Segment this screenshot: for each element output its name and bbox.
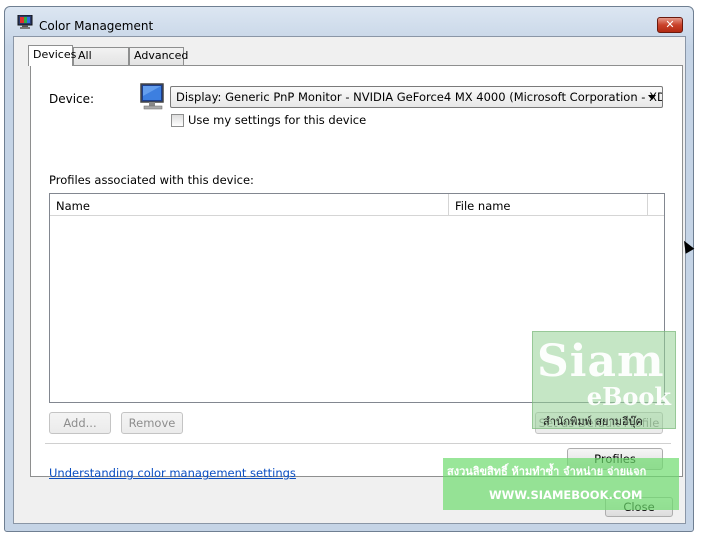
device-select[interactable]: Display: Generic PnP Monitor - NVIDIA Ge… (170, 86, 663, 108)
color-management-icon (17, 15, 33, 29)
watermark-banner: สงวนลิขสิทธิ์ ห้ามทำซ้ำ จำหน่าย จ่ายแจก … (443, 458, 679, 510)
column-header-name[interactable]: Name (56, 199, 90, 213)
column-header-file-name[interactable]: File name (455, 199, 511, 213)
device-label: Device: (49, 92, 95, 106)
title-bar[interactable]: Color Management ✕ (5, 7, 693, 35)
watermark-logo: Siam eBook สำนักพิมพ์ สยามอีบุ๊ค (532, 331, 676, 429)
color-management-window: Color Management ✕ Devices All Profiles … (4, 6, 694, 532)
remove-button[interactable]: Remove (121, 412, 183, 434)
chevron-down-icon (648, 95, 656, 100)
watermark-siam: Siam (537, 336, 665, 387)
window-title: Color Management (39, 19, 154, 33)
help-link[interactable]: Understanding color management settings (49, 466, 296, 480)
watermark-tagline: สำนักพิมพ์ สยามอีบุ๊ค (543, 415, 643, 428)
tab-advanced[interactable]: Advanced (129, 47, 188, 65)
device-select-value: Display: Generic PnP Monitor - NVIDIA Ge… (176, 90, 663, 104)
use-my-settings-checkbox[interactable] (171, 114, 184, 127)
add-button[interactable]: Add... (49, 412, 111, 434)
tab-all-profiles[interactable]: All Profiles (73, 47, 129, 78)
column-separator[interactable] (647, 194, 648, 216)
close-window-button[interactable]: ✕ (657, 17, 683, 33)
monitor-icon (140, 83, 164, 110)
dialog-body: Devices All Profiles Advanced Device: Di… (13, 36, 686, 524)
watermark-ebook: eBook (586, 382, 671, 411)
column-separator[interactable] (448, 194, 449, 216)
divider (45, 443, 671, 444)
use-my-settings-label: Use my settings for this device (188, 113, 367, 127)
watermark-url: WWW.SIAMEBOOK.COM (489, 488, 643, 502)
profiles-associated-label: Profiles associated with this device: (49, 173, 254, 187)
close-icon: ✕ (665, 18, 675, 31)
tab-devices[interactable]: Devices (28, 45, 76, 66)
watermark-notice: สงวนลิขสิทธิ์ ห้ามทำซ้ำ จำหน่าย จ่ายแจก (447, 465, 647, 478)
list-header: Name File name (50, 194, 664, 216)
